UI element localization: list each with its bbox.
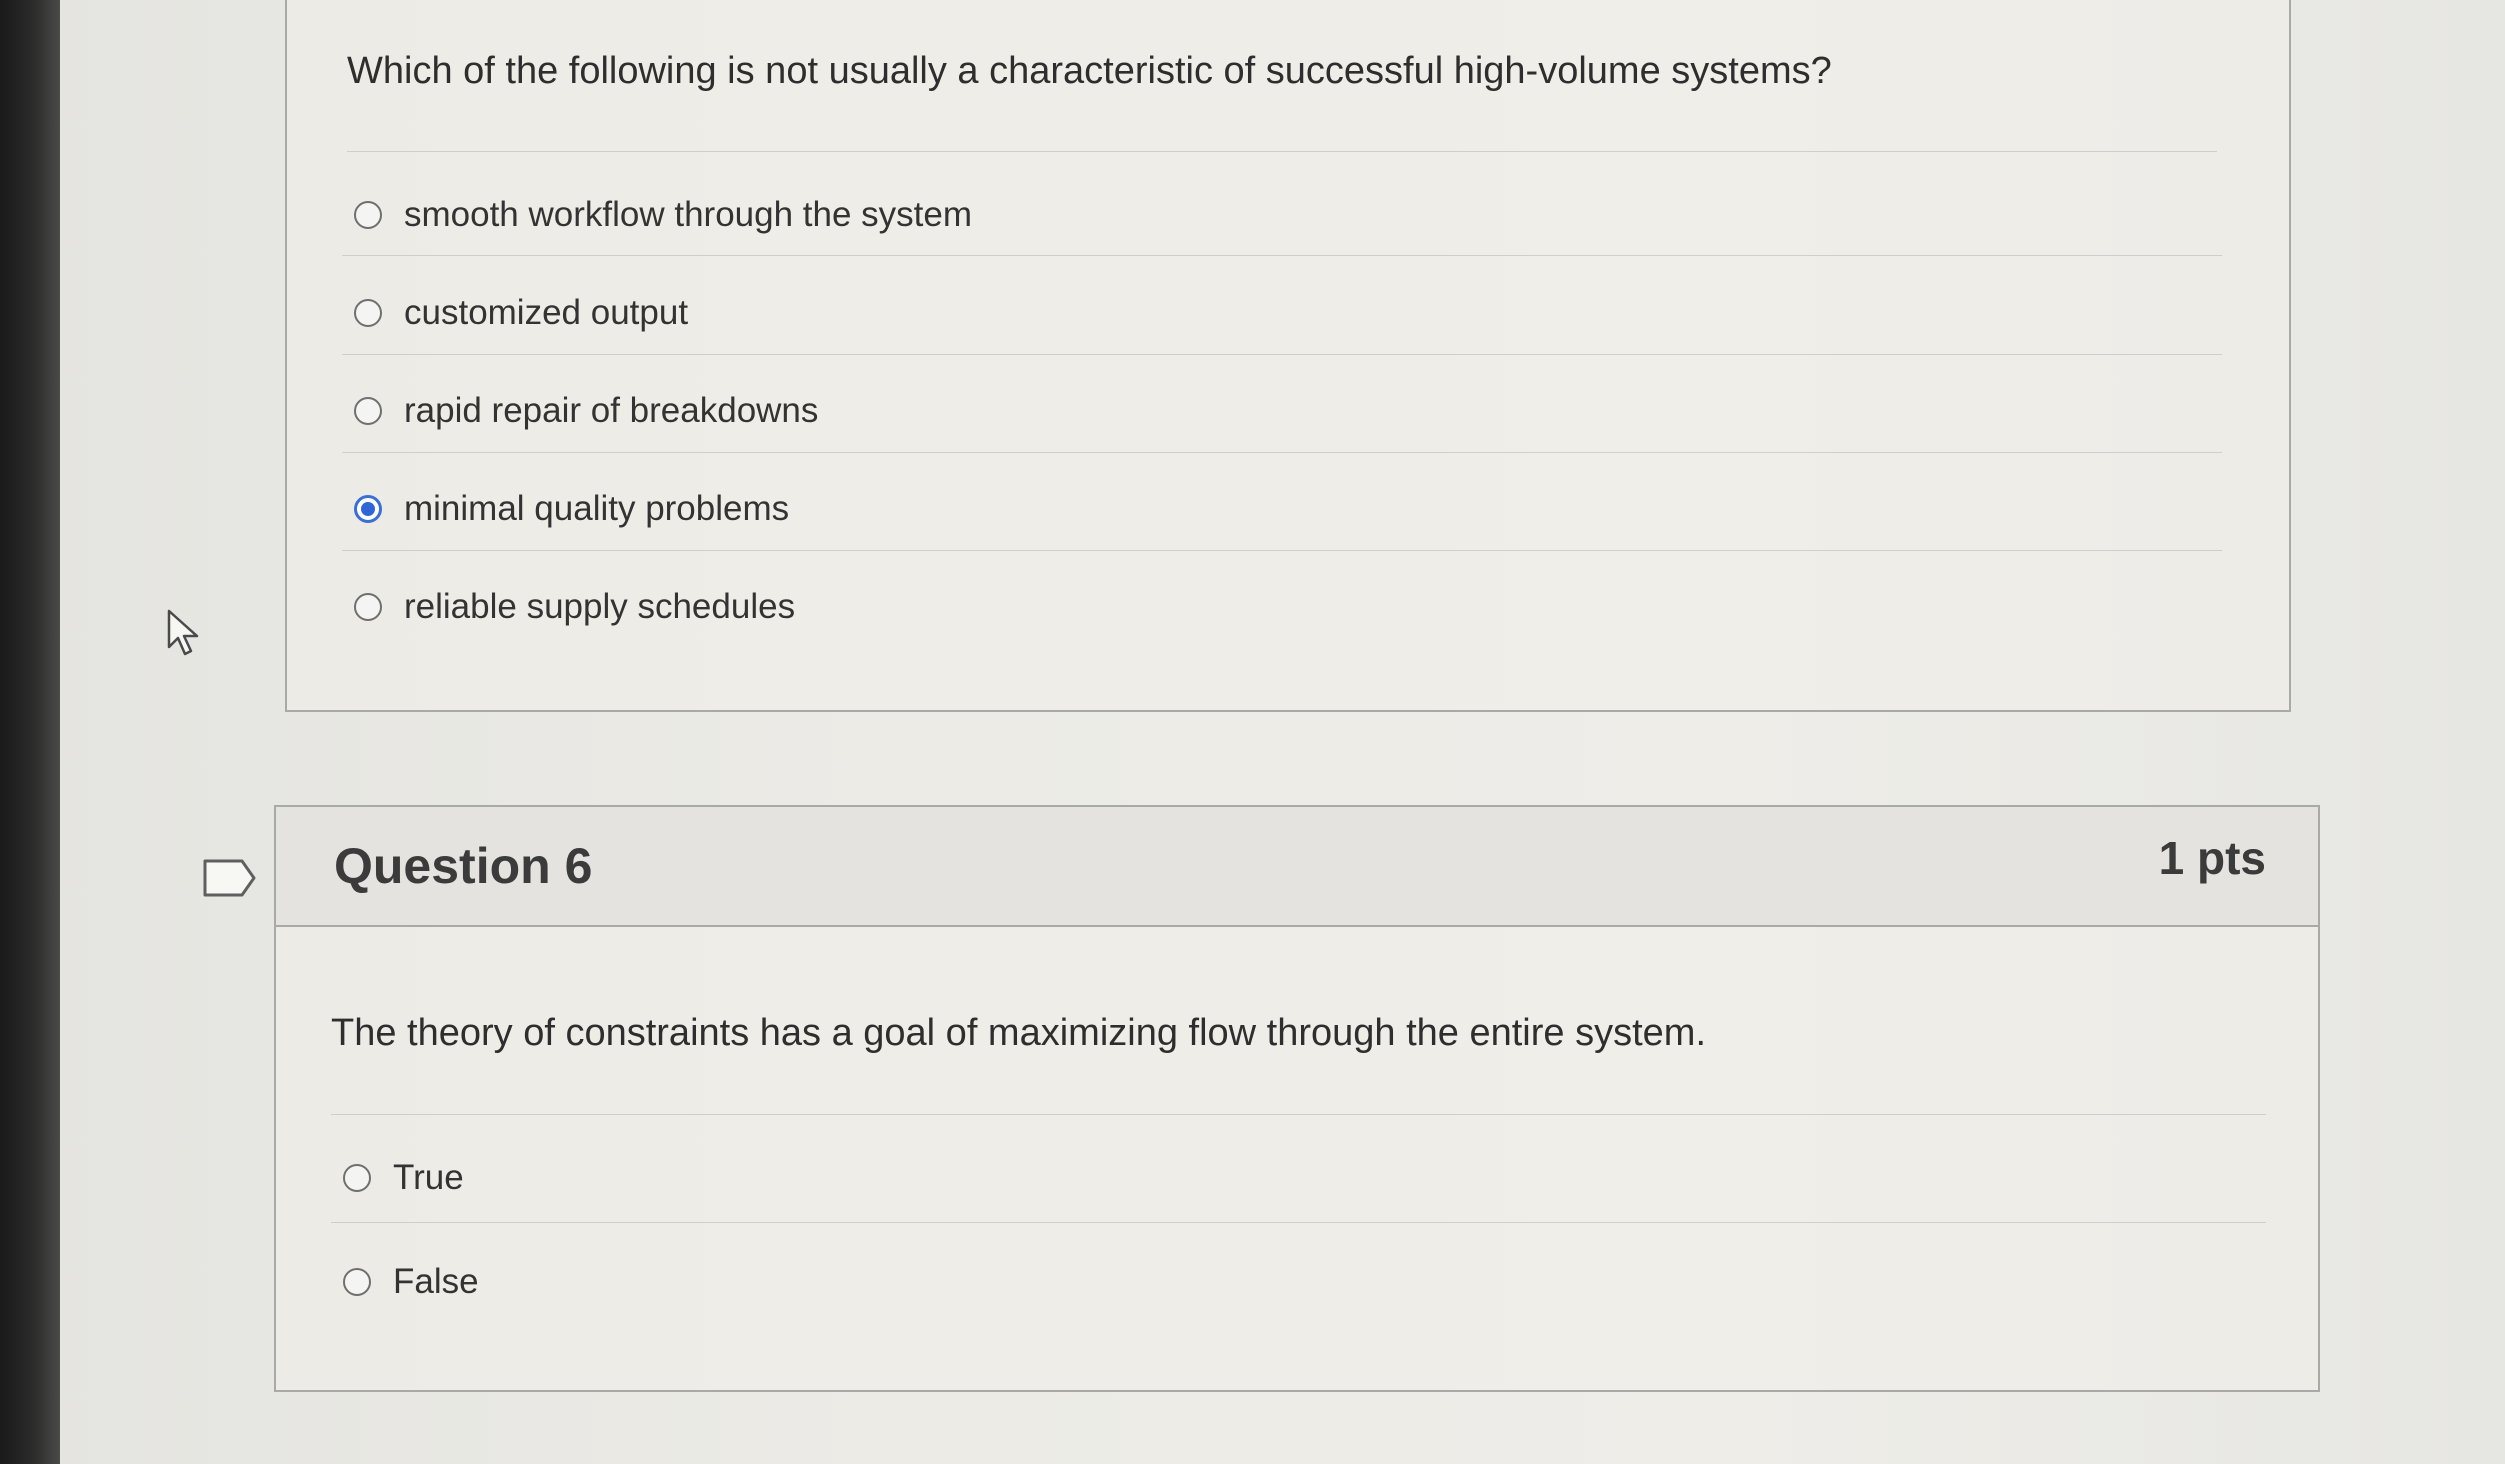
radio-button[interactable] [343,1268,371,1296]
answer-customized-output[interactable]: customized output [342,264,2222,362]
answer-label: minimal quality problems [404,489,790,528]
question-6-text: The theory of constraints has a goal of … [331,1012,1706,1054]
radio-button-selected[interactable] [354,495,382,523]
radio-button[interactable] [343,1164,371,1192]
answer-divider [331,1222,2266,1223]
answer-rapid-repair[interactable]: rapid repair of breakdowns [342,362,2222,460]
answer-label: rapid repair of breakdowns [404,391,819,430]
answer-false[interactable]: False [331,1233,2266,1331]
answer-label: customized output [404,293,689,332]
question-divider [331,1114,2266,1115]
question-5-text: Which of the following is not usually a … [347,50,1832,92]
radio-button[interactable] [354,593,382,621]
question-points: 1 pts [2158,832,2266,884]
screen-bezel [0,0,60,1464]
answer-minimal-quality-problems[interactable]: minimal quality problems [342,460,2222,558]
mouse-pointer-icon [167,609,199,656]
answer-label: smooth workflow through the system [404,195,973,234]
question-title: Question 6 [334,838,593,894]
answer-label: reliable supply schedules [404,587,796,626]
question-6-card: Question 6 1 pts The theory of constrain… [274,805,2320,1392]
answer-smooth-workflow[interactable]: smooth workflow through the system [342,166,2222,264]
question-divider [347,151,2217,152]
radio-button[interactable] [354,201,382,229]
answer-divider [342,550,2222,551]
answer-divider [342,452,2222,453]
answer-label: False [393,1262,479,1301]
question-5-card: Which of the following is not usually a … [285,0,2291,712]
answer-reliable-supply-schedules[interactable]: reliable supply schedules [342,558,2222,656]
question-header: Question 6 1 pts [276,807,2318,927]
answer-label: True [393,1158,464,1197]
radio-button[interactable] [354,299,382,327]
radio-button[interactable] [354,397,382,425]
bookmark-flag-icon[interactable] [202,858,258,898]
answer-divider [342,255,2222,256]
answer-true[interactable]: True [331,1129,2266,1227]
answer-divider [342,354,2222,355]
